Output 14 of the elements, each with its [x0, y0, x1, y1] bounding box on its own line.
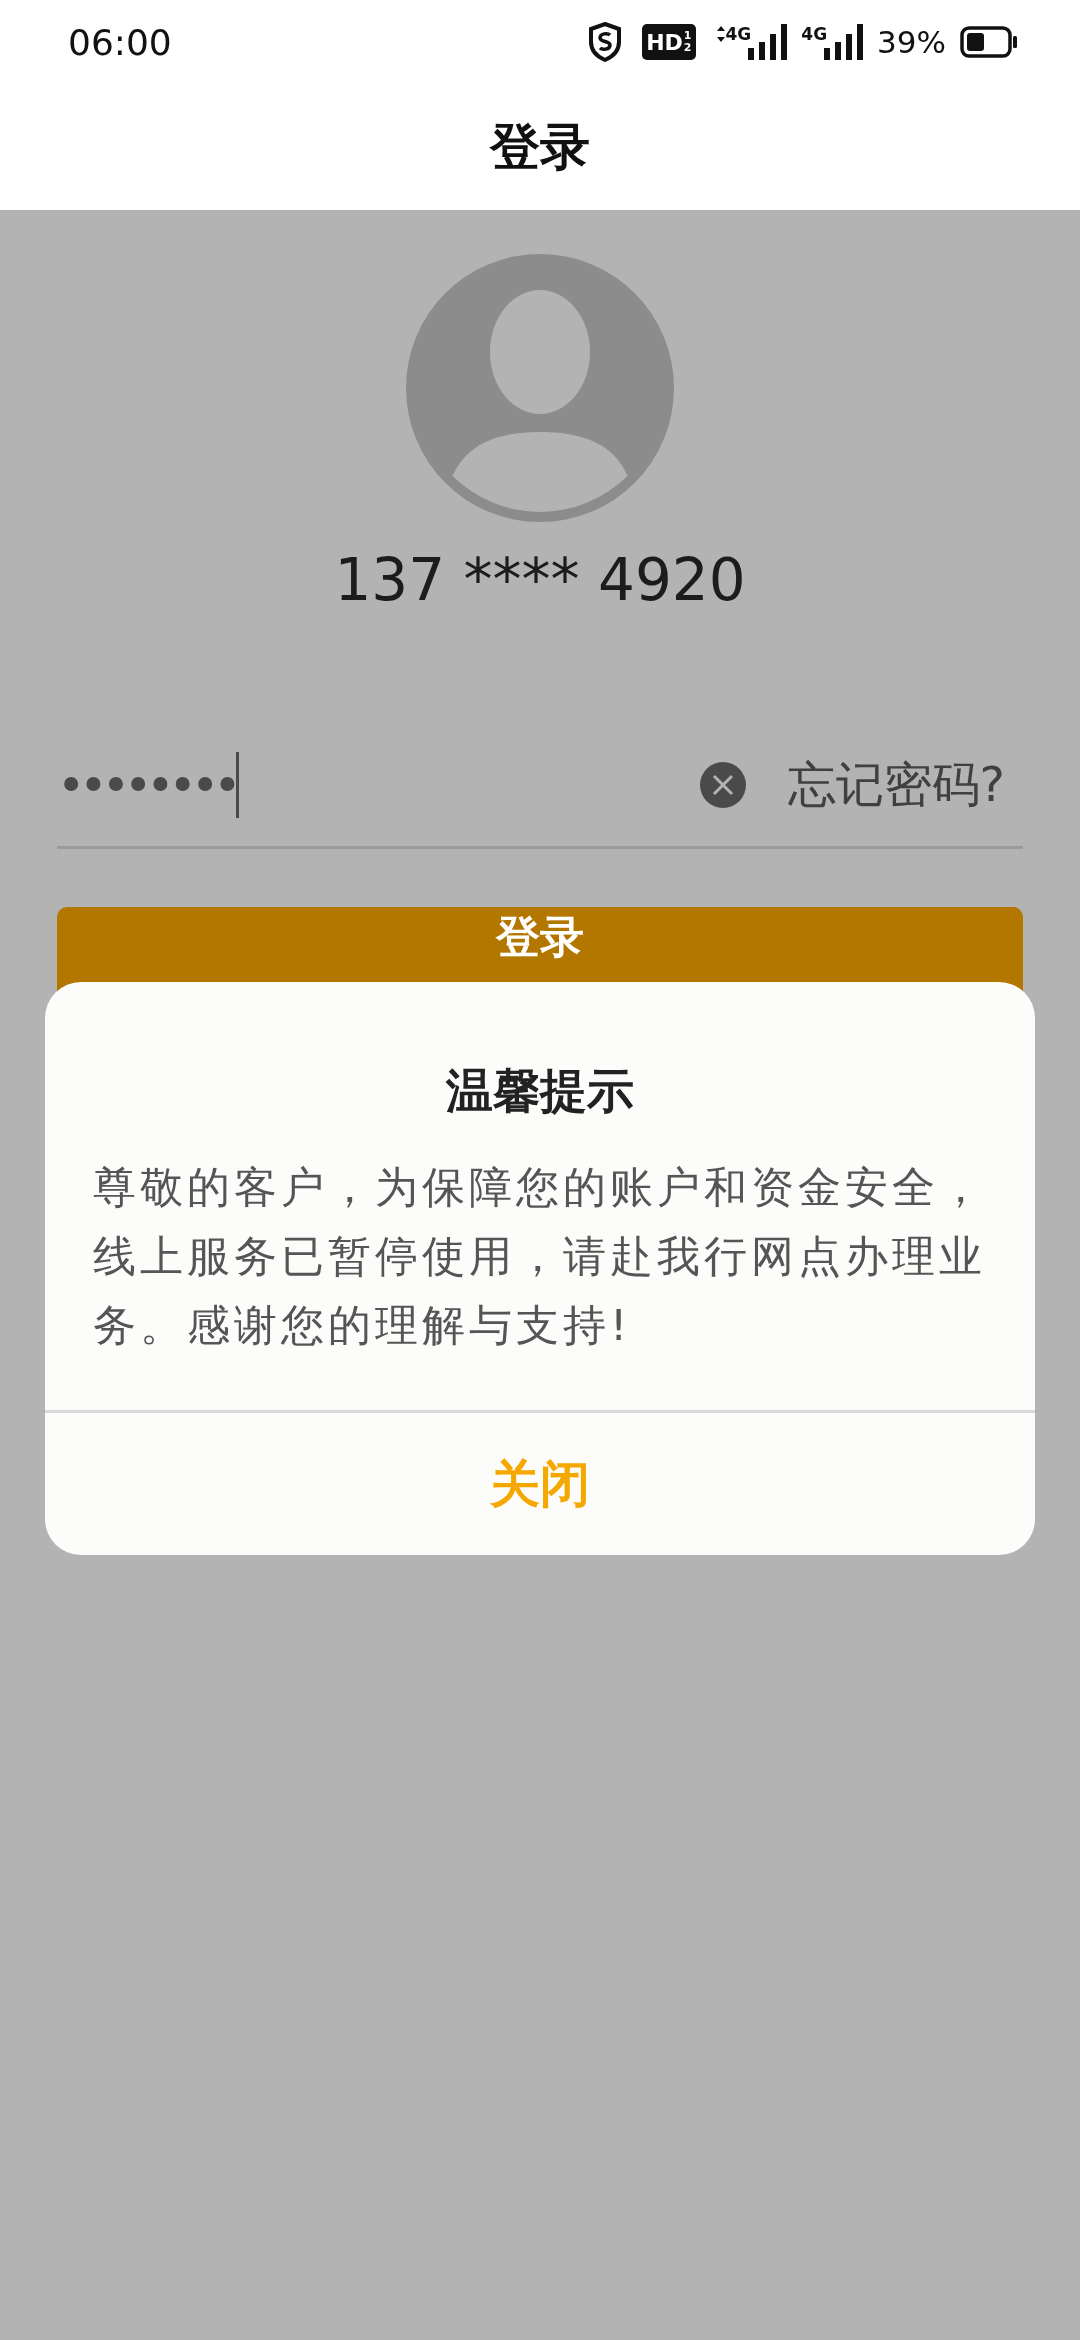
- battery-icon: [960, 26, 1018, 58]
- network-label: 4G: [725, 24, 752, 44]
- password-field[interactable]: ••••••••: [57, 750, 700, 820]
- shield-icon: [588, 22, 623, 62]
- phone-number: 137 **** 4920: [334, 546, 746, 614]
- page-title: 登录: [490, 116, 590, 178]
- battery-percent: 39%: [877, 24, 946, 60]
- dialog-title: 温馨提示: [445, 1062, 635, 1120]
- network-label: 4G: [801, 24, 828, 44]
- forgot-password-link[interactable]: 忘记密码?: [787, 753, 1005, 817]
- avatar-icon: [404, 252, 676, 524]
- status-time: 06:00: [68, 21, 172, 63]
- clear-icon: [699, 762, 746, 808]
- dialog-message: 尊敬的客户，为保障您的账户和资金安全，线上服务已暂停使用，请赴我行网点办理业务。感谢您的理解与支持!: [93, 1161, 987, 1352]
